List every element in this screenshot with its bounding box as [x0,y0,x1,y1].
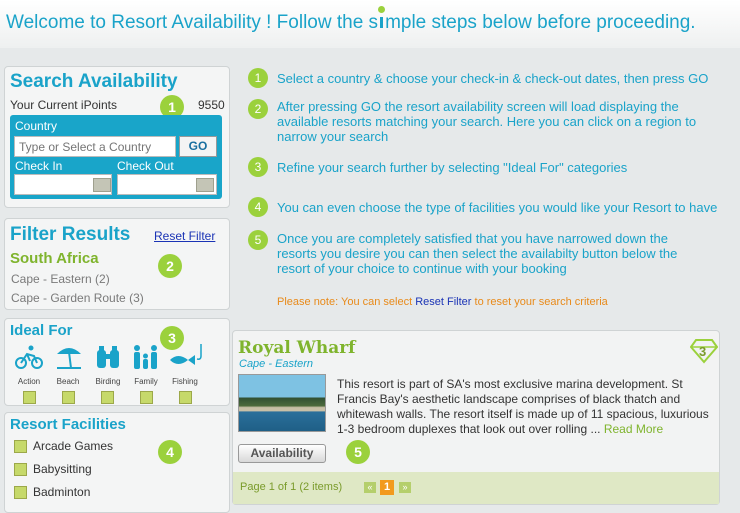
resort-region: Cape - Eastern [239,358,313,370]
step-text-5: Once you are completely satisfied that y… [277,231,678,276]
step-text-3: Refine your search further by selecting … [277,160,628,175]
country-label: Country [15,119,58,133]
resort-rating: 3 [699,344,707,359]
facility-label: Babysitting [33,462,92,476]
ideal-label-beach: Beach [56,377,80,386]
family-icon [130,344,162,375]
ideal-checkbox-fishing[interactable] [179,391,192,404]
reset-note: Please note: You can select Reset Filter… [277,296,608,308]
pager-current-page[interactable]: 1 [380,480,394,495]
ipoints-label: Your Current iPoints [10,98,117,112]
ipoints-value: 9550 [198,98,225,112]
filter-heading: Filter Results [10,224,131,245]
facility-checkbox[interactable] [14,440,27,453]
ideal-label-birding: Birding [95,377,121,386]
filter-country[interactable]: South Africa [10,250,99,267]
resort-photo[interactable] [238,374,326,432]
checkin-label: Check In [15,159,63,173]
availability-button-label: Availability [250,446,314,460]
search-heading: Search Availability [10,71,178,92]
availability-button[interactable]: Availability [238,444,326,463]
step-text-1: Select a country & choose your check-in … [277,71,709,86]
pager-prev-button[interactable]: « [364,482,376,493]
resort-name[interactable]: Royal Wharf [238,338,355,358]
ideal-label-action: Action [17,377,41,386]
reset-note-link[interactable]: Reset Filter [415,296,471,308]
facility-checkbox[interactable] [14,463,27,476]
binoculars-icon [95,344,121,375]
checkin-calendar-icon[interactable] [93,178,111,192]
cyclist-icon [14,344,44,375]
checkout-label: Check Out [117,159,174,173]
facilities-heading: Resort Facilities [10,416,126,433]
facility-checkbox[interactable] [14,486,27,499]
go-button[interactable]: GO [179,136,217,157]
step-badge-4: 4 [158,440,182,464]
resort-description: This resort is part of SA's most exclusi… [337,377,709,436]
ideal-for-heading: Ideal For [10,322,73,339]
step-marker-4: 4 [248,197,268,217]
pager-next-icon: » [402,482,408,492]
step-badge-2: 2 [158,254,182,278]
pager-text: Page 1 of 1 (2 items) [240,481,343,493]
read-more-link[interactable]: Read More [604,422,663,436]
reset-filter-link[interactable]: Reset Filter [154,229,215,243]
region-item[interactable]: Cape - Eastern (2) [11,272,110,286]
fish-icon [168,342,206,373]
step-marker-2: 2 [248,99,268,119]
page-title: Welcome to Resort Availability ! Follow … [6,6,696,34]
go-button-label: GO [188,139,208,153]
beach-umbrella-icon [55,342,83,375]
pager-next-button[interactable]: » [399,482,411,493]
i-logo-icon [378,6,386,34]
step-text-2: After pressing GO the resort availabilit… [277,99,697,144]
step-text-4: You can even choose the type of faciliti… [277,200,718,215]
ideal-label-fishing: Fishing [172,377,198,386]
ideal-checkbox-birding[interactable] [101,391,114,404]
ideal-checkbox-beach[interactable] [62,391,75,404]
ideal-label-family: Family [134,377,158,386]
region-item[interactable]: Cape - Garden Route (3) [11,291,144,305]
checkout-calendar-icon[interactable] [196,178,214,192]
step-marker-5: 5 [248,230,268,250]
pager-prev-icon: « [367,482,373,492]
ideal-checkbox-family[interactable] [140,391,153,404]
facility-label: Arcade Games [33,439,114,453]
ideal-checkbox-action[interactable] [23,391,36,404]
step-marker-1: 1 [248,68,268,88]
step-badge-5: 5 [346,440,370,464]
country-input[interactable] [14,136,176,157]
facility-label: Badminton [33,485,91,499]
step-marker-3: 3 [248,157,268,177]
